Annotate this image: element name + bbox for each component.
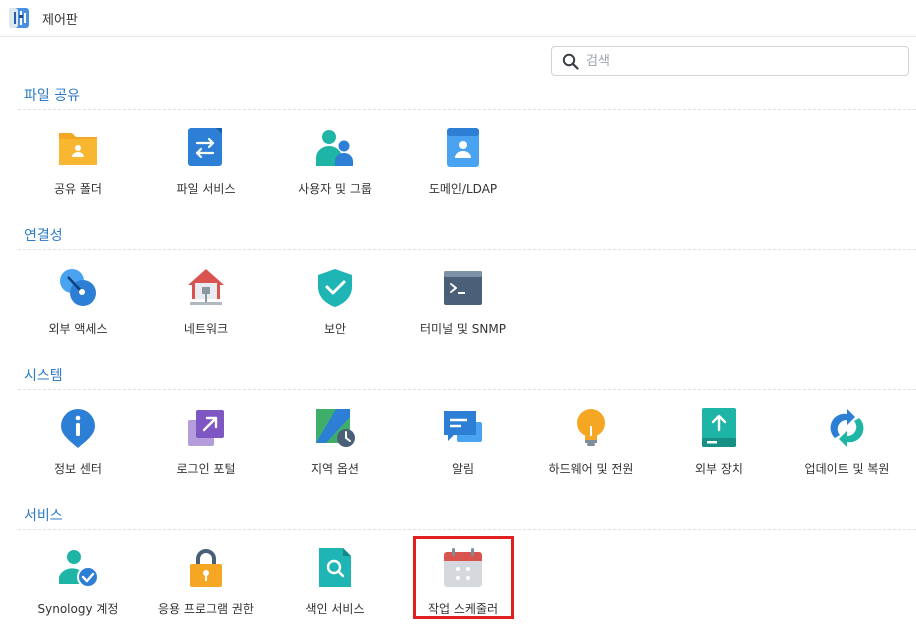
tile-external-access[interactable]: 외부 액세스 xyxy=(14,268,142,348)
tile-network[interactable]: 네트워크 xyxy=(142,268,270,348)
tile-label: 파일 서비스 xyxy=(176,182,236,196)
tile-regional-options[interactable]: 지역 옵션 xyxy=(271,408,399,488)
synology-account-icon xyxy=(59,550,98,588)
control-panel-app-icon xyxy=(9,8,29,28)
tile-label: 보안 xyxy=(323,322,347,336)
section-divider xyxy=(18,529,916,530)
tile-domain-ldap[interactable]: 도메인/LDAP xyxy=(399,128,527,208)
tile-label: 알림 xyxy=(451,462,475,476)
section-divider xyxy=(18,109,916,110)
title-bar: 제어판 xyxy=(0,0,916,37)
tile-label: 업데이트 및 복원 xyxy=(804,462,890,476)
section-title-connectivity: 연결성 xyxy=(24,228,63,244)
section-divider xyxy=(18,389,916,390)
security-shield-icon xyxy=(318,269,352,307)
tile-notification[interactable]: 알림 xyxy=(399,408,527,488)
tile-synology-account[interactable]: Synology 계정 xyxy=(14,548,142,628)
tile-label: Synology 계정 xyxy=(37,602,119,616)
notification-icon xyxy=(444,411,482,442)
external-access-icon xyxy=(60,269,96,306)
indexing-service-icon xyxy=(319,548,351,587)
search-icon xyxy=(562,53,579,70)
tile-label: 로그인 포털 xyxy=(176,462,236,476)
application-privileges-icon xyxy=(190,549,222,587)
search-input[interactable] xyxy=(586,51,896,71)
info-center-icon xyxy=(61,409,95,448)
tile-label: 네트워크 xyxy=(183,322,229,336)
tile-label: 외부 장치 xyxy=(695,462,743,476)
domain-ldap-icon xyxy=(447,128,479,167)
tile-file-services[interactable]: 파일 서비스 xyxy=(142,128,270,208)
tile-label: 사용자 및 그룹 xyxy=(298,182,372,196)
tile-info-center[interactable]: 정보 센터 xyxy=(14,408,142,488)
terminal-icon xyxy=(444,271,482,305)
hardware-power-icon xyxy=(577,409,605,446)
tile-label: 공유 폴더 xyxy=(54,182,102,196)
tile-shared-folder[interactable]: 공유 폴더 xyxy=(14,128,142,208)
tile-label: 색인 서비스 xyxy=(305,602,365,616)
tile-label: 외부 액세스 xyxy=(48,322,108,336)
section-title-system: 시스템 xyxy=(24,368,63,384)
tile-label: 응용 프로그램 권한 xyxy=(158,602,254,616)
tile-terminal-snmp[interactable]: 터미널 및 SNMP xyxy=(399,268,527,348)
network-icon xyxy=(188,269,224,305)
section-divider xyxy=(18,249,916,250)
tile-user-group[interactable]: 사용자 및 그룹 xyxy=(271,128,399,208)
window-title: 제어판 xyxy=(42,13,78,28)
tile-label: 터미널 및 SNMP xyxy=(420,322,506,336)
update-restore-icon xyxy=(830,409,864,447)
tile-update-restore[interactable]: 업데이트 및 복원 xyxy=(783,408,911,488)
tile-login-portal[interactable]: 로그인 포털 xyxy=(142,408,270,488)
user-group-icon xyxy=(316,130,353,166)
tile-external-devices[interactable]: 외부 장치 xyxy=(655,408,783,488)
tile-application-privileges[interactable]: 응용 프로그램 권한 xyxy=(142,548,270,628)
regional-options-icon xyxy=(316,409,355,447)
section-title-services: 서비스 xyxy=(24,508,63,524)
search-box[interactable] xyxy=(551,46,909,76)
tile-indexing-service[interactable]: 색인 서비스 xyxy=(271,548,399,628)
tile-label: 지역 옵션 xyxy=(311,462,359,476)
tile-label: 하드웨어 및 전원 xyxy=(548,462,634,476)
shared-folder-icon xyxy=(59,133,97,165)
tile-label: 도메인/LDAP xyxy=(428,182,498,196)
highlight-box xyxy=(413,536,514,619)
login-portal-icon xyxy=(188,410,224,446)
tile-security[interactable]: 보안 xyxy=(271,268,399,348)
tile-hardware-power[interactable]: 하드웨어 및 전원 xyxy=(527,408,655,488)
section-title-file-sharing: 파일 공유 xyxy=(24,88,80,104)
external-devices-icon xyxy=(702,408,736,447)
file-services-icon xyxy=(188,128,222,166)
tile-label: 정보 센터 xyxy=(54,462,102,476)
